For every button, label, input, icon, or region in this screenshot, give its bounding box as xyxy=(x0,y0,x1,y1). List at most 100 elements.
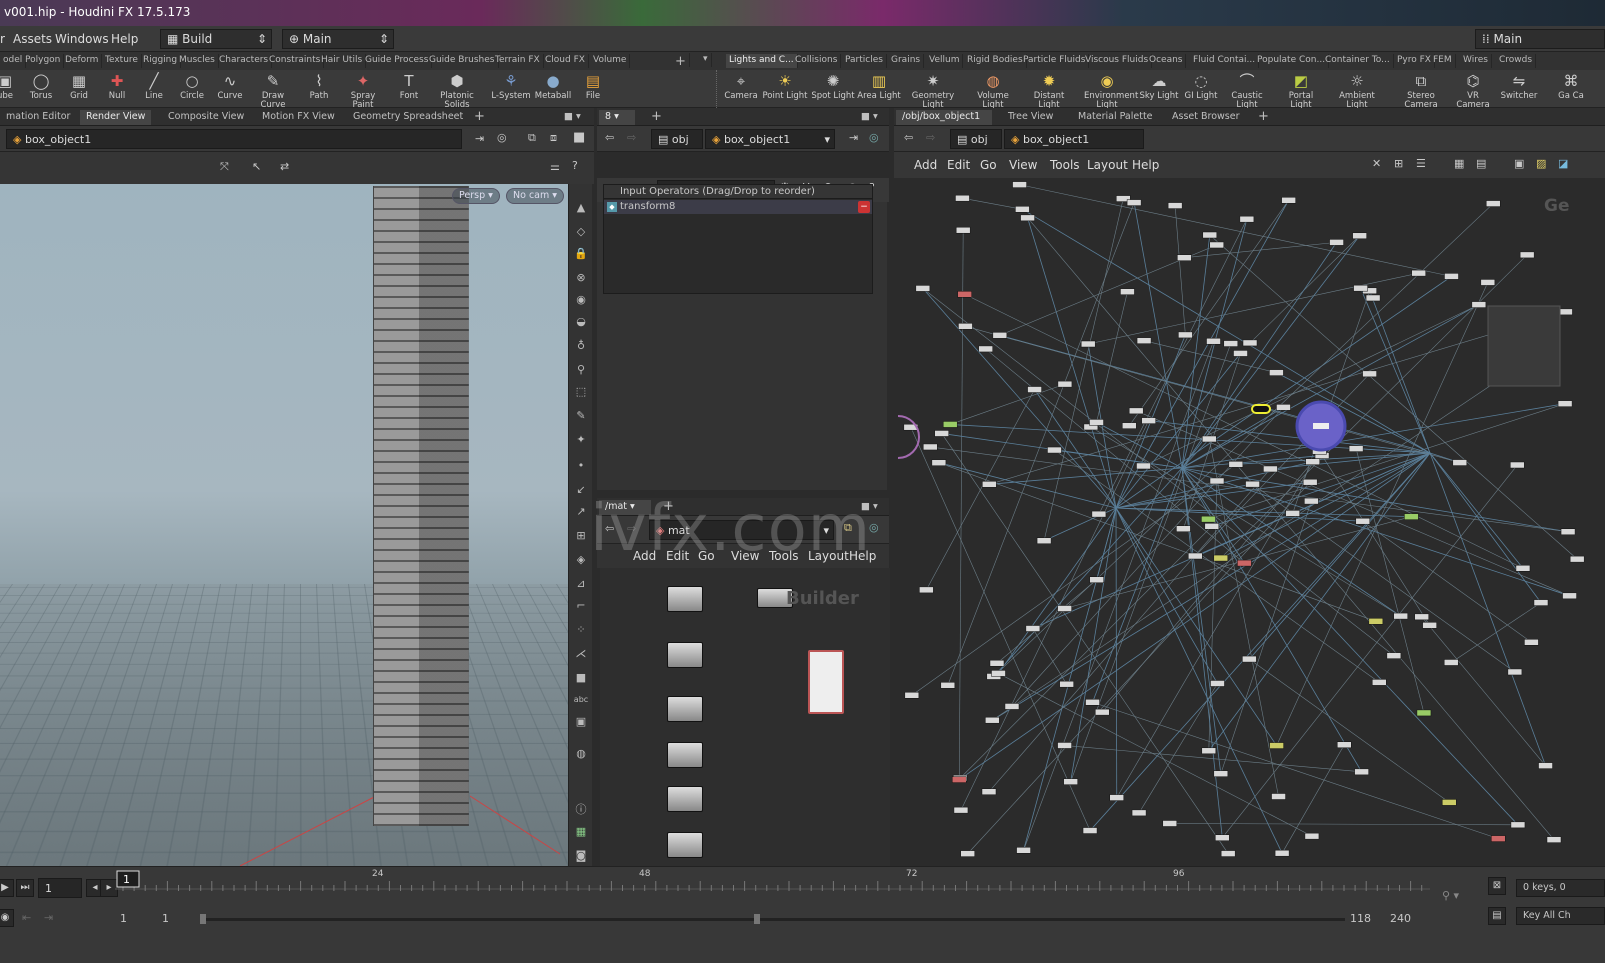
network-menu-item[interactable]: View xyxy=(1009,158,1037,172)
link-icon[interactable]: ◎ xyxy=(869,131,879,144)
shelf-tab[interactable]: Deform xyxy=(62,54,102,68)
network-node[interactable] xyxy=(943,421,957,427)
snapshot-icon[interactable]: ⧉ xyxy=(528,131,536,145)
network-node[interactable] xyxy=(1270,743,1284,749)
network-node[interactable] xyxy=(993,332,1007,338)
shelf-tab[interactable]: Container To... xyxy=(1322,54,1394,68)
info-icon[interactable]: ⓘ xyxy=(573,802,589,818)
vertex-icon[interactable]: ◈ xyxy=(573,552,589,568)
network-node[interactable] xyxy=(1129,408,1143,414)
network-node[interactable] xyxy=(1090,419,1104,425)
network-node[interactable] xyxy=(990,660,1004,666)
visibility-icon[interactable]: ⚲ xyxy=(573,362,589,378)
network-node[interactable] xyxy=(954,807,968,813)
shelf-tool[interactable]: ⚘ L-System xyxy=(488,72,534,101)
shelf-tool[interactable]: ⇋ Switcher xyxy=(1496,72,1542,101)
network-node[interactable] xyxy=(1561,529,1575,535)
network-node[interactable] xyxy=(1444,273,1458,279)
network-node[interactable] xyxy=(1090,577,1104,583)
text-label-icon[interactable]: abc xyxy=(573,692,589,708)
viewer-path-field[interactable]: ◈ box_object1 xyxy=(6,129,462,149)
network-node[interactable] xyxy=(1394,613,1408,619)
network-node[interactable] xyxy=(955,195,969,201)
network-node[interactable] xyxy=(952,777,966,783)
network-node[interactable] xyxy=(985,717,999,723)
sticky-icon[interactable]: ▨ xyxy=(1536,157,1546,170)
network-node[interactable] xyxy=(905,692,919,698)
network-node[interactable] xyxy=(1240,216,1254,222)
forward-icon[interactable]: ⇨ xyxy=(926,131,935,144)
network-node[interactable] xyxy=(1210,242,1224,248)
network-node[interactable] xyxy=(1086,699,1100,705)
network-node[interactable] xyxy=(1453,460,1467,466)
pin-icon[interactable]: ⇥ xyxy=(849,131,858,144)
network-node[interactable] xyxy=(1563,593,1577,599)
shelf-tool[interactable]: ⌒ Caustic Light xyxy=(1224,72,1270,110)
range-slider-end-handle[interactable] xyxy=(754,914,760,924)
shelf-tab[interactable]: Constraints xyxy=(266,54,324,68)
edge-icon[interactable]: ⊿ xyxy=(573,576,589,592)
network-node[interactable] xyxy=(1202,436,1216,442)
pin-icon[interactable]: ⇥ xyxy=(475,132,484,145)
network-node[interactable] xyxy=(1356,518,1370,524)
selected-node[interactable] xyxy=(1313,423,1329,429)
network-node[interactable] xyxy=(1163,820,1177,826)
camera-view-icon[interactable]: ◙ xyxy=(573,848,589,864)
shelf-tab[interactable]: Viscous Fluids xyxy=(1082,54,1152,68)
network-node[interactable] xyxy=(1330,239,1344,245)
network-node[interactable] xyxy=(1337,742,1351,748)
network-node[interactable] xyxy=(958,291,972,297)
shelf-tool[interactable]: ✺ Spot Light xyxy=(810,72,856,101)
network-node[interactable] xyxy=(1511,822,1525,828)
tab-geometry-spreadsheet[interactable]: Geometry Spreadsheet xyxy=(347,110,469,125)
network-node[interactable] xyxy=(1013,182,1027,188)
network-node[interactable] xyxy=(1177,255,1191,261)
normal-icon[interactable]: ↙ xyxy=(573,482,589,498)
network-node[interactable] xyxy=(1472,302,1486,308)
pointer-tool-icon[interactable]: ↖ xyxy=(252,160,261,173)
xray-icon[interactable]: ✦ xyxy=(573,432,589,448)
network-node[interactable] xyxy=(1516,565,1530,571)
bypass-node[interactable] xyxy=(1252,405,1270,413)
shelf-tab[interactable]: Texture xyxy=(102,54,142,68)
shelf-tool[interactable]: ☀ Point Light xyxy=(762,72,808,101)
transform-tool-icon[interactable]: ⇄ xyxy=(280,160,289,173)
shelf-tool[interactable]: ▥ Area Light xyxy=(856,72,902,101)
runtime-select-right[interactable]: ⁞⁞ Main xyxy=(1475,29,1605,49)
tab-param-8[interactable]: 8 ▾ xyxy=(599,110,635,125)
select-tool-icon[interactable]: ⤧ xyxy=(220,160,229,174)
network-node[interactable] xyxy=(1404,514,1418,520)
network-node[interactable] xyxy=(1210,680,1224,686)
shelf-tab[interactable]: Vellum xyxy=(926,54,963,68)
shelf-tab[interactable]: Wires xyxy=(1460,54,1492,68)
light-icon[interactable]: ◒ xyxy=(573,314,589,330)
shading-icon[interactable]: ◉ xyxy=(573,292,589,308)
network-node[interactable] xyxy=(1058,381,1072,387)
network-node[interactable] xyxy=(1142,418,1156,424)
network-node[interactable] xyxy=(1214,771,1228,777)
network-node[interactable] xyxy=(935,430,949,436)
network-node[interactable] xyxy=(1064,779,1078,785)
list-icon[interactable]: ☰ xyxy=(1416,157,1426,170)
network-node[interactable] xyxy=(1037,538,1051,544)
branch-icon[interactable]: ⋌ xyxy=(573,646,589,662)
tab-animation-editor[interactable]: mation Editor xyxy=(0,110,76,125)
network-node[interactable] xyxy=(1246,481,1260,487)
network-node[interactable] xyxy=(1534,600,1548,606)
network-node[interactable] xyxy=(1122,423,1136,429)
table-view-icon[interactable]: ▤ xyxy=(1476,157,1486,170)
network-menu-item[interactable]: Help xyxy=(1132,158,1159,172)
network-node[interactable] xyxy=(1201,516,1215,522)
bulb-icon[interactable]: ◍ xyxy=(573,746,589,762)
shelf-tool[interactable]: ⌖ Camera xyxy=(718,72,764,101)
notes-icon[interactable]: ▣ xyxy=(1514,157,1524,170)
network-node[interactable] xyxy=(1083,828,1097,834)
key-search-icon[interactable]: ⚲ ▾ xyxy=(1442,889,1459,902)
network-node[interactable] xyxy=(1415,614,1429,620)
network-node[interactable] xyxy=(1202,748,1216,754)
key-filter-icon[interactable]: ⊠ xyxy=(1488,877,1506,895)
desktop-select[interactable]: ▦ Build ⇕ xyxy=(160,29,272,49)
network-node[interactable] xyxy=(1442,799,1456,805)
param-path-node[interactable]: ◈ box_object1 ▾ xyxy=(705,129,835,149)
network-node[interactable] xyxy=(1353,233,1367,239)
